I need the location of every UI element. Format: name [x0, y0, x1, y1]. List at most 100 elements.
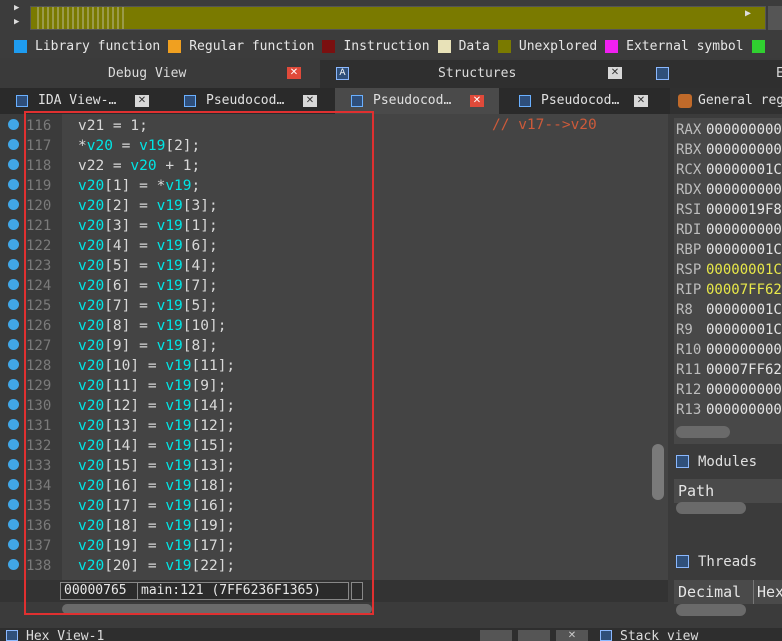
register-row[interactable]: RDX 000000000: [674, 180, 782, 200]
breakpoint-dot-icon[interactable]: [8, 159, 19, 170]
register-row[interactable]: RDI 000000000: [674, 220, 782, 240]
tab-extra[interactable]: E: [644, 60, 782, 88]
breakpoint-dot-icon[interactable]: [8, 139, 19, 150]
code-line[interactable]: 138 v20[20] = v19[22];: [0, 556, 640, 576]
code-line[interactable]: 120 v20[2] = v19[3];: [0, 196, 640, 216]
breakpoint-dot-icon[interactable]: [8, 119, 19, 130]
breakpoint-dot-icon[interactable]: [8, 379, 19, 390]
variable-token: v19: [156, 278, 183, 294]
close-icon[interactable]: ✕: [303, 95, 317, 107]
breakpoint-dot-icon[interactable]: [8, 559, 19, 570]
stack-view-tab[interactable]: Stack view: [620, 630, 698, 641]
code-line[interactable]: 135 v20[17] = v19[16];: [0, 496, 640, 516]
register-row[interactable]: RCX 00000001C: [674, 160, 782, 180]
code-line[interactable]: 131 v20[13] = v19[12];: [0, 416, 640, 436]
editor-horizontal-scrollbar[interactable]: [62, 604, 372, 614]
breakpoint-dot-icon[interactable]: [8, 339, 19, 350]
pseudocode-editor[interactable]: // v17-->v20 116 v21 = 1; 117 *v20 = v19[2]…: [0, 114, 668, 580]
code-line[interactable]: 117 *v20 = v19[2];: [0, 136, 640, 156]
breakpoint-dot-icon[interactable]: [8, 239, 19, 250]
code-line[interactable]: 127 v20[9] = v19[8];: [0, 336, 640, 356]
register-row[interactable]: RBP 00000001C: [674, 240, 782, 260]
breakpoint-dot-icon[interactable]: [8, 419, 19, 430]
scroll-thumb[interactable]: [652, 444, 664, 500]
modules-column-path[interactable]: Path: [674, 479, 782, 503]
breakpoint-dot-icon[interactable]: [8, 479, 19, 490]
code-line[interactable]: 125 v20[7] = v19[5];: [0, 296, 640, 316]
code-line[interactable]: 118 v22 = v20 + 1;: [0, 156, 640, 176]
register-row[interactable]: RIP 00007FF62: [674, 280, 782, 300]
register-row[interactable]: R8 00000001C: [674, 300, 782, 320]
code-line[interactable]: 132 v20[14] = v19[15];: [0, 436, 640, 456]
registers-scrollbar[interactable]: [676, 426, 730, 438]
register-row[interactable]: RAX 000000000: [674, 120, 782, 140]
code-line[interactable]: 128 v20[10] = v19[11];: [0, 356, 640, 376]
close-icon[interactable]: ✕: [608, 67, 622, 79]
threads-scrollbar[interactable]: [676, 604, 746, 616]
navigation-strip[interactable]: [30, 6, 766, 30]
register-row[interactable]: R9 00000001C: [674, 320, 782, 340]
close-icon[interactable]: ✕: [470, 95, 484, 107]
code-line[interactable]: 136 v20[18] = v19[19];: [0, 516, 640, 536]
tab-pseudocode[interactable]: Pseudocod… ✕: [335, 88, 499, 114]
close-icon[interactable]: ✕: [135, 95, 149, 107]
code-line[interactable]: 116 v21 = 1;: [0, 116, 640, 136]
close-panel-button[interactable]: ✕: [556, 630, 588, 641]
breakpoint-dot-icon[interactable]: [8, 519, 19, 530]
breakpoint-dot-icon[interactable]: [8, 299, 19, 310]
status-location: main:121 (7FF6236F1365): [137, 582, 349, 600]
code-line[interactable]: 130 v20[12] = v19[14];: [0, 396, 640, 416]
code-line[interactable]: 137 v20[19] = v19[17];: [0, 536, 640, 556]
nav-left-arrow-icon[interactable]: ▶: [14, 2, 24, 14]
register-row[interactable]: R10 000000000: [674, 340, 782, 360]
register-list[interactable]: RAX 000000000 RBX 000000000 RCX 00000001C RDX 0…: [674, 118, 782, 444]
breakpoint-dot-icon[interactable]: [8, 539, 19, 550]
code-line[interactable]: 121 v20[3] = v19[1];: [0, 216, 640, 236]
editor-vertical-scrollbar[interactable]: [652, 444, 664, 584]
code-line[interactable]: 134 v20[16] = v19[18];: [0, 476, 640, 496]
breakpoint-dot-icon[interactable]: [8, 439, 19, 450]
close-icon[interactable]: ✕: [287, 67, 301, 79]
breakpoint-dot-icon[interactable]: [8, 319, 19, 330]
breakpoint-dot-icon[interactable]: [8, 499, 19, 510]
nav-right-arrow-icon[interactable]: ▶: [745, 8, 751, 19]
breakpoint-dot-icon[interactable]: [8, 279, 19, 290]
breakpoint-dot-icon[interactable]: [8, 399, 19, 410]
threads-column-decimal[interactable]: Decimal: [678, 583, 741, 601]
hex-view-tab[interactable]: Hex View-1: [26, 630, 104, 641]
breakpoint-dot-icon[interactable]: [8, 179, 19, 190]
register-row[interactable]: R12 000000000: [674, 380, 782, 400]
code-line[interactable]: 129 v20[11] = v19[9];: [0, 376, 640, 396]
register-row[interactable]: RBX 000000000: [674, 140, 782, 160]
threads-columns[interactable]: Decimal Hex: [674, 580, 782, 604]
tab-pseudocode[interactable]: Pseudocod… ✕: [168, 88, 332, 114]
register-row[interactable]: R13 000000000: [674, 400, 782, 420]
register-row[interactable]: RSI 0000019F8: [674, 200, 782, 220]
code-token: [22];: [191, 558, 236, 574]
modules-scrollbar[interactable]: [676, 502, 746, 514]
code-line[interactable]: 124 v20[6] = v19[7];: [0, 276, 640, 296]
tab-structures[interactable]: A Structures ✕: [322, 60, 642, 88]
code-line[interactable]: 122 v20[4] = v19[6];: [0, 236, 640, 256]
breakpoint-dot-icon[interactable]: [8, 259, 19, 270]
breakpoint-dot-icon[interactable]: [8, 359, 19, 370]
breakpoint-dot-icon[interactable]: [8, 459, 19, 470]
breakpoint-dot-icon[interactable]: [8, 199, 19, 210]
nav-left-arrow-icon-2[interactable]: ▶: [14, 16, 24, 28]
close-icon[interactable]: ✕: [634, 95, 648, 107]
minimize-button[interactable]: [480, 630, 512, 641]
stack-view-icon: [600, 630, 612, 641]
code-line[interactable]: 126 v20[8] = v19[10];: [0, 316, 640, 336]
register-row[interactable]: RSP 00000001C: [674, 260, 782, 280]
tab-pseudocode[interactable]: Pseudocod… ✕: [503, 88, 663, 114]
breakpoint-dot-icon[interactable]: [8, 219, 19, 230]
register-row[interactable]: R11 00007FF62: [674, 360, 782, 380]
tab-debug-view[interactable]: Debug View ✕: [0, 60, 320, 88]
nav-scrollbar[interactable]: [768, 6, 782, 30]
code-line[interactable]: 123 v20[5] = v19[4];: [0, 256, 640, 276]
code-line[interactable]: 119 v20[1] = *v19;: [0, 176, 640, 196]
threads-column-hex[interactable]: Hex: [753, 580, 782, 604]
restore-button[interactable]: [518, 630, 550, 641]
tab-ida-view[interactable]: IDA View-… ✕: [0, 88, 164, 114]
code-line[interactable]: 133 v20[15] = v19[13];: [0, 456, 640, 476]
